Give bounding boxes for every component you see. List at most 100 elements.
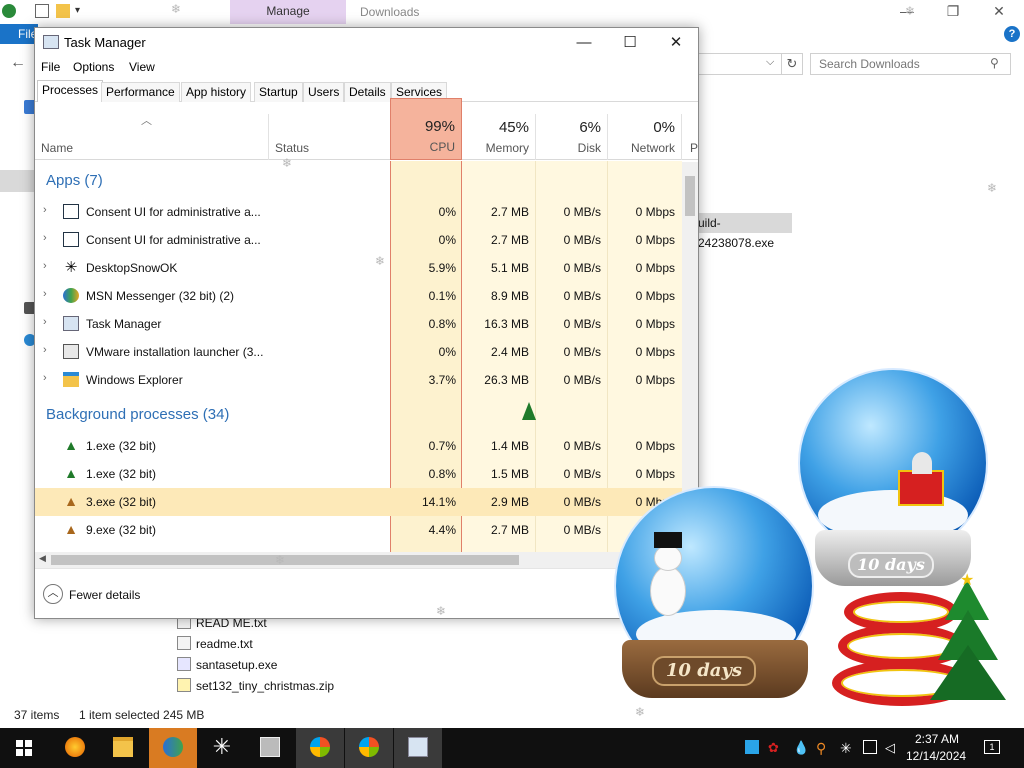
file-ribbon-tab[interactable]: File bbox=[0, 24, 38, 44]
taskbar: ✳ ✿ 💧 ⚲ ✳ ◁ 2:37 AM 12/14/2024 1 bbox=[0, 728, 1024, 768]
column-disk[interactable]: 6% Disk bbox=[535, 114, 607, 160]
nav-pane-selected-item[interactable] bbox=[0, 170, 34, 192]
taskbar-file-explorer[interactable] bbox=[99, 728, 147, 768]
clock-date[interactable]: 12/14/2024 bbox=[906, 749, 966, 763]
messenger-icon bbox=[63, 288, 79, 303]
taskbar-firefox[interactable] bbox=[51, 728, 99, 768]
process-row[interactable]: ▲ 1.exe (32 bit) 0.7% 1.4 MB 0 MB/s 0 Mb… bbox=[35, 432, 685, 460]
process-row[interactable]: › Task Manager 0.8% 16.3 MB 0 MB/s 0 Mbp… bbox=[35, 310, 685, 338]
process-row[interactable]: ▲ 3.exe (32 bit) 14.1% 2.9 MB 0 MB/s 0 M… bbox=[35, 488, 685, 516]
snowflake-icon: ❄ bbox=[171, 2, 182, 16]
network-icon[interactable] bbox=[863, 740, 877, 754]
task-manager-icon bbox=[408, 737, 428, 757]
chevron-right-icon[interactable]: › bbox=[43, 232, 47, 244]
chevron-down-icon[interactable]: ⌵ bbox=[766, 56, 774, 69]
tab-details[interactable]: Details bbox=[344, 82, 391, 102]
taskbar-messenger[interactable] bbox=[149, 728, 197, 768]
taskbar-setup-2[interactable] bbox=[345, 728, 393, 768]
chevron-right-icon[interactable]: › bbox=[43, 204, 47, 216]
chevron-right-icon[interactable]: › bbox=[43, 372, 47, 384]
process-row[interactable]: › VMware installation launcher (3... 0% … bbox=[35, 338, 685, 366]
snowflake-icon: ❄ bbox=[375, 254, 386, 268]
chevron-right-icon[interactable]: › bbox=[43, 316, 47, 328]
process-row[interactable]: › MSN Messenger (32 bit) (2) 0.1% 8.9 MB… bbox=[35, 282, 685, 310]
restore-icon[interactable]: ❐ bbox=[930, 0, 976, 22]
process-row[interactable]: › Consent UI for administrative a... 0% … bbox=[35, 198, 685, 226]
column-power[interactable]: P bbox=[682, 114, 698, 160]
collapse-icon[interactable]: ︿ bbox=[43, 584, 63, 604]
back-arrow-icon[interactable]: ← bbox=[10, 54, 26, 72]
file-item[interactable]: set132_tiny_christmas.zip bbox=[177, 676, 334, 696]
snowman-head bbox=[654, 545, 682, 571]
process-row[interactable]: › Windows Explorer 3.7% 26.3 MB 0 MB/s 0… bbox=[35, 366, 685, 394]
properties-icon[interactable] bbox=[35, 4, 49, 18]
folder-icon bbox=[113, 737, 133, 757]
tab-startup[interactable]: Startup bbox=[254, 82, 303, 102]
tree-icon: ▲ bbox=[64, 521, 78, 537]
gift-icon bbox=[898, 470, 944, 506]
taskbar-task-manager[interactable] bbox=[394, 728, 442, 768]
chevron-right-icon[interactable]: › bbox=[43, 344, 47, 356]
group-header-apps[interactable]: Apps (7) bbox=[46, 172, 103, 189]
new-folder-icon[interactable] bbox=[56, 4, 70, 18]
tab-performance[interactable]: Performance bbox=[101, 82, 180, 102]
tray-app-icon[interactable] bbox=[745, 740, 759, 754]
menu-view[interactable]: View bbox=[129, 60, 155, 74]
manage-tab[interactable]: Manage bbox=[230, 0, 346, 24]
task-manager-icon bbox=[43, 35, 59, 49]
process-row[interactable]: › ✳ DesktopSnowOK 5.9% 5.1 MB 0 MB/s 0 M… bbox=[35, 254, 685, 282]
group-header-background[interactable]: Background processes (34) bbox=[46, 406, 229, 423]
customize-toolbar-icon[interactable]: ▾ bbox=[75, 4, 89, 18]
tray-drop-icon[interactable]: 💧 bbox=[793, 740, 809, 755]
taskbar-setup[interactable] bbox=[296, 728, 344, 768]
process-row[interactable]: ▲ 9.exe (32 bit) 4.4% 2.7 MB 0 MB/s 0 Mb… bbox=[35, 516, 685, 544]
folder-icon bbox=[63, 372, 79, 387]
zip-file-icon bbox=[177, 678, 191, 692]
close-icon[interactable]: ✕ bbox=[976, 0, 1022, 22]
close-icon[interactable]: ✕ bbox=[653, 32, 698, 54]
snowflake-icon: ❄ bbox=[905, 4, 916, 18]
snowflake-icon: ❄ bbox=[987, 181, 998, 195]
top-hat-icon bbox=[654, 532, 682, 548]
tab-users[interactable]: Users bbox=[303, 82, 345, 102]
column-memory[interactable]: 45% Memory bbox=[462, 114, 535, 160]
taskbar-installer[interactable] bbox=[246, 728, 294, 768]
tab-app-history[interactable]: App history bbox=[181, 82, 252, 102]
app-icon bbox=[2, 4, 16, 18]
clock-time[interactable]: 2:37 AM bbox=[915, 732, 959, 746]
chevron-right-icon[interactable]: › bbox=[43, 260, 47, 272]
scroll-left-icon[interactable]: ◀ bbox=[39, 553, 46, 564]
chevron-right-icon[interactable]: › bbox=[43, 288, 47, 300]
flying-tree-decoration bbox=[522, 402, 536, 420]
tray-snowflake-icon[interactable]: ✳ bbox=[840, 740, 854, 756]
tab-processes[interactable]: Processes bbox=[37, 80, 104, 102]
column-status[interactable]: Status bbox=[269, 114, 390, 160]
windows-logo-pane bbox=[25, 749, 32, 756]
column-cpu[interactable]: 99% CPU bbox=[390, 98, 462, 160]
fewer-details-link[interactable]: Fewer details bbox=[69, 588, 140, 602]
tray-search-icon[interactable]: ⚲ bbox=[816, 740, 830, 756]
snowman-body bbox=[650, 566, 686, 616]
file-item[interactable]: readme.txt bbox=[177, 634, 253, 654]
maximize-icon[interactable]: ☐ bbox=[607, 32, 653, 54]
minimize-icon[interactable]: — bbox=[561, 32, 607, 54]
menu-options[interactable]: Options bbox=[73, 60, 114, 74]
taskbar-desktopsnow[interactable]: ✳ bbox=[198, 728, 246, 768]
scrollbar-thumb[interactable] bbox=[685, 176, 695, 216]
process-row[interactable]: ▲ 1.exe (32 bit) 0.8% 1.5 MB 0 MB/s 0 Mb… bbox=[35, 460, 685, 488]
file-item[interactable]: santasetup.exe bbox=[177, 655, 277, 675]
refresh-button[interactable]: ↻ bbox=[781, 53, 803, 75]
windows-logo-pane bbox=[25, 740, 32, 747]
volume-icon[interactable]: ◁ bbox=[885, 740, 899, 755]
search-input[interactable]: Search Downloads bbox=[810, 53, 1011, 75]
help-icon[interactable]: ? bbox=[1004, 26, 1020, 42]
process-row[interactable]: › Consent UI for administrative a... 0% … bbox=[35, 226, 685, 254]
selected-file[interactable]: uild-24238078.exe bbox=[694, 213, 792, 250]
notification-icon[interactable]: 1 bbox=[984, 740, 1000, 754]
search-icon[interactable]: ⚲ bbox=[990, 56, 999, 70]
column-network[interactable]: 0% Network bbox=[607, 114, 681, 160]
tray-gift-icon[interactable]: ✿ bbox=[768, 740, 782, 755]
start-button[interactable] bbox=[0, 728, 48, 768]
menu-file[interactable]: File bbox=[41, 60, 60, 74]
column-name[interactable]: Name bbox=[35, 114, 268, 160]
